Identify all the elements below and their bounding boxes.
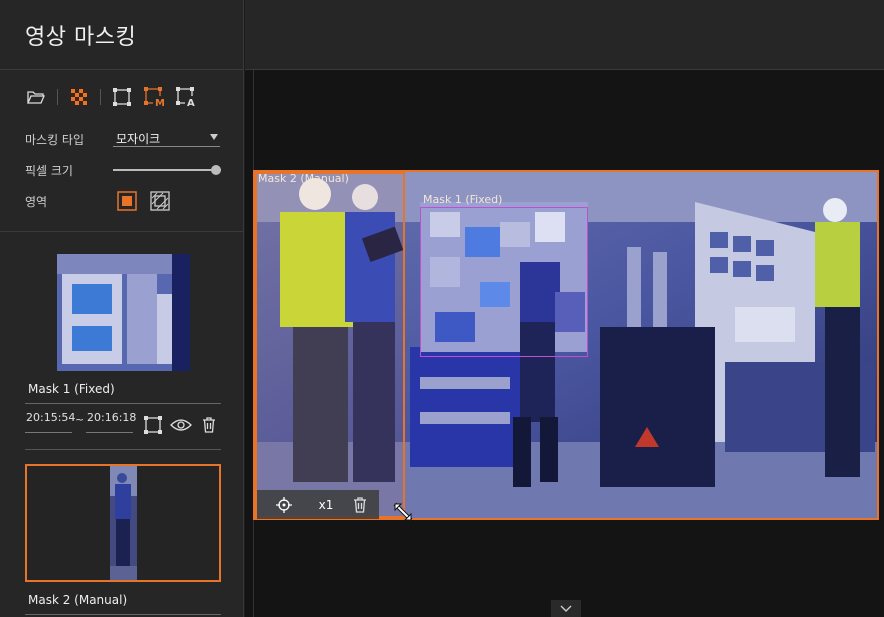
video-viewport: Mask 2 (Manual) Mask 1 (Fixed) [245,70,884,617]
chevron-down-icon [210,134,218,140]
mask2-label[interactable]: Mask 2 (Manual) [25,593,221,615]
eye-icon[interactable] [169,415,193,435]
sidebar-header: 영상 마스킹 [0,0,243,70]
section-divider [0,231,244,232]
toolbar-divider [100,89,101,105]
mask-type-label: 마스킹 타입 [25,133,85,147]
sidebar: 영상 마스킹 M A 마스킹 타입 모자이크 픽셀 크기 영역 Mask 1 (… [0,0,244,617]
area-label: 영역 [25,195,48,209]
trash-icon[interactable] [341,490,379,519]
toolbar: M A [25,86,207,108]
speed-label[interactable]: x1 [311,498,341,512]
mask1-region[interactable] [420,207,588,357]
pixel-size-label: 픽셀 크기 [25,164,73,178]
rectangle-a-icon[interactable]: A [175,86,197,108]
mask1-start-time[interactable]: 20:15:54 [25,411,75,433]
mask2-thumbnail[interactable] [25,464,221,582]
folder-open-icon[interactable] [25,86,47,108]
rectangle-icon[interactable] [143,415,163,435]
rectangle-m-icon[interactable]: M [143,86,165,108]
mask1-end-time[interactable]: 20:16:18 [86,411,136,433]
rectangle-icon[interactable] [111,86,133,108]
pixel-size-row: 픽셀 크기 [25,162,73,179]
crosshair-icon[interactable] [257,490,311,519]
mask2-thumbnail-image [110,466,137,580]
mosaic-icon[interactable] [68,86,90,108]
list-divider [25,449,221,450]
time-separator: ~ [75,413,85,426]
app-title: 영상 마스킹 [25,24,137,50]
mask-type-select[interactable]: 모자이크 [113,130,220,147]
mask-type-value: 모자이크 [116,132,161,146]
chevron-down-icon[interactable] [551,600,581,617]
video-frame[interactable]: Mask 2 (Manual) Mask 1 (Fixed) [253,170,879,520]
mask-type-row: 마스킹 타입 [25,131,84,148]
resize-handle-icon[interactable] [391,501,415,523]
toolbar-divider [57,89,58,105]
area-inside-icon[interactable] [117,191,137,211]
mask1-thumbnail-image [57,254,190,371]
mask1-region-label: Mask 1 (Fixed) [423,193,503,206]
top-bar [245,0,884,70]
mask2-region[interactable] [255,172,405,518]
mask2-toolbar: x1 [257,490,379,519]
svg-text:M: M [155,98,164,107]
area-outside-icon[interactable] [150,191,170,211]
mask1-thumbnail[interactable] [57,254,190,371]
area-row: 영역 [25,193,47,210]
svg-text:A: A [187,98,195,107]
trash-icon[interactable] [200,415,218,435]
slider-track [113,169,221,171]
mask2-region-label: Mask 2 (Manual) [258,172,349,185]
mask1-label[interactable]: Mask 1 (Fixed) [25,382,221,404]
pixel-size-slider[interactable] [113,165,221,175]
slider-knob[interactable] [211,165,221,175]
